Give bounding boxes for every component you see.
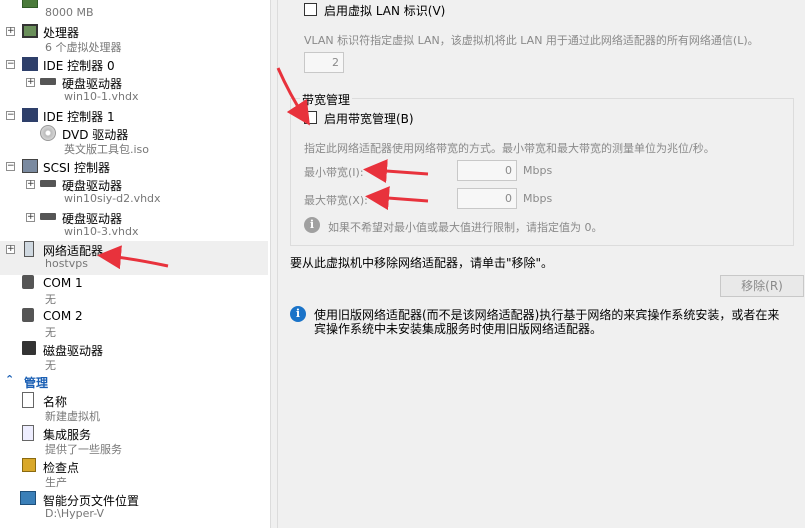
tree-sublabel: win10-3.vhdx	[64, 225, 139, 238]
management-section-header[interactable]: ⌃ 管理	[0, 373, 268, 391]
checkpoint-icon	[22, 458, 36, 472]
services-icon	[22, 425, 34, 441]
controller-icon	[22, 57, 38, 71]
info-icon: i	[290, 306, 306, 322]
vlan-id-input[interactable]: 2	[304, 52, 344, 73]
tree-item-floppy[interactable]: 磁盘驱动器 无	[0, 341, 268, 375]
tree-item-scsi-disk1[interactable]: + 硬盘驱动器 win10siy-d2.vhdx	[0, 176, 268, 210]
network-adapter-icon	[24, 241, 34, 257]
com-port-icon	[22, 275, 34, 289]
tree-item-checkpoint[interactable]: 检查点 生产	[0, 458, 268, 492]
controller-icon	[22, 108, 38, 122]
tree-item-smart-paging[interactable]: 智能分页文件位置 D:\Hyper-V	[0, 491, 268, 525]
tree-sublabel: 无	[45, 293, 56, 306]
collapse-icon[interactable]: −	[6, 162, 15, 171]
tree-item-memory[interactable]: 8000 MB	[0, 0, 268, 20]
hard-disk-icon	[40, 213, 56, 220]
expand-icon[interactable]: +	[26, 213, 35, 222]
remove-button[interactable]: 移除(R)	[720, 275, 804, 297]
tree-item-com2[interactable]: COM 2 无	[0, 308, 268, 342]
min-bandwidth-label: 最小带宽(I):	[304, 166, 364, 179]
tree-label: IDE 控制器 0	[43, 59, 115, 73]
bandwidth-checkbox[interactable]	[304, 111, 317, 124]
tree-label: SCSI 控制器	[43, 161, 110, 175]
collapse-icon[interactable]: −	[6, 111, 15, 120]
tree-sublabel: win10siy-d2.vhdx	[64, 192, 161, 205]
info-icon: i	[304, 217, 320, 233]
tree-sublabel: 生产	[45, 476, 67, 489]
floppy-icon	[22, 341, 36, 355]
bandwidth-group-title: 带宽管理	[300, 91, 353, 108]
dvd-icon	[40, 125, 56, 141]
max-bandwidth-input[interactable]: 0	[457, 188, 517, 209]
vlan-checkbox-label: 启用虚拟 LAN 标识(V)	[324, 4, 446, 18]
memory-value: 8000 MB	[45, 6, 94, 19]
com-port-icon	[22, 308, 34, 322]
min-bandwidth-unit: Mbps	[523, 164, 553, 177]
tree-item-ide0-disk[interactable]: + 硬盘驱动器 win10-1.vhdx	[0, 74, 268, 108]
processor-icon	[22, 24, 38, 38]
max-bandwidth-unit: Mbps	[523, 192, 553, 205]
chevron-up-icon: ⌃	[5, 373, 15, 386]
min-bandwidth-input[interactable]: 0	[457, 160, 517, 181]
tree-sublabel: hostvps	[45, 257, 88, 270]
tree-item-scsi[interactable]: − SCSI 控制器	[0, 158, 268, 176]
tree-item-name[interactable]: 名称 新建虚拟机	[0, 392, 268, 426]
expand-icon[interactable]: +	[6, 27, 15, 36]
paging-icon	[20, 491, 36, 505]
tree-label: COM 1	[43, 276, 83, 290]
tree-item-ide1[interactable]: − IDE 控制器 1	[0, 107, 268, 125]
hard-disk-icon	[40, 180, 56, 187]
tree-item-network-adapter[interactable]: + 网络适配器 hostvps	[0, 241, 268, 275]
collapse-icon[interactable]: −	[6, 60, 15, 69]
tree-item-scsi-disk2[interactable]: + 硬盘驱动器 win10-3.vhdx	[0, 209, 268, 243]
tree-item-integration-services[interactable]: 集成服务 提供了一些服务	[0, 425, 268, 459]
tree-sublabel: 6 个虚拟处理器	[45, 41, 122, 54]
legacy-info-line2: 宾操作系统中未安装集成服务时使用旧版网络适配器。	[314, 322, 603, 336]
tree-item-processor[interactable]: + 处理器 6 个虚拟处理器	[0, 23, 268, 57]
tree-label: COM 2	[43, 309, 83, 323]
limit-note: 如果不希望对最小值或最大值进行限制，请指定值为 0。	[328, 221, 603, 234]
tree-sublabel: 提供了一些服务	[45, 443, 122, 456]
max-bandwidth-label: 最大带宽(X):	[304, 194, 368, 207]
vlan-description: VLAN 标识符指定虚拟 LAN，该虚拟机将此 LAN 用于通过此网络适配器的所…	[304, 34, 759, 47]
expand-icon[interactable]: +	[6, 245, 15, 254]
bandwidth-description: 指定此网络适配器使用网络带宽的方式。最小带宽和最大带宽的测量单位为兆位/秒。	[304, 142, 715, 155]
tree-item-com1[interactable]: COM 1 无	[0, 275, 268, 309]
tree-sublabel: 无	[45, 359, 56, 372]
hardware-tree: 8000 MB + 处理器 6 个虚拟处理器 − IDE 控制器 0 + 硬盘驱…	[0, 0, 270, 528]
tree-sublabel: 新建虚拟机	[45, 410, 100, 423]
scsi-controller-icon	[22, 159, 38, 173]
expand-icon[interactable]: +	[26, 180, 35, 189]
settings-panel: 启用虚拟 LAN 标识(V) VLAN 标识符指定虚拟 LAN，该虚拟机将此 L…	[278, 0, 805, 528]
hard-disk-icon	[40, 78, 56, 85]
tree-label: IDE 控制器 1	[43, 110, 115, 124]
expand-icon[interactable]: +	[26, 78, 35, 87]
pane-splitter[interactable]	[270, 0, 278, 528]
document-icon	[22, 392, 34, 408]
tree-sublabel: win10-1.vhdx	[64, 90, 139, 103]
tree-sublabel: 英文版工具包.iso	[64, 143, 150, 156]
vlan-checkbox[interactable]	[304, 3, 317, 16]
tree-item-ide0[interactable]: − IDE 控制器 0	[0, 56, 268, 74]
section-title: 管理	[24, 376, 49, 390]
tree-sublabel: 无	[45, 326, 56, 339]
tree-item-dvd[interactable]: DVD 驱动器 英文版工具包.iso	[0, 125, 268, 159]
bandwidth-checkbox-label: 启用带宽管理(B)	[324, 112, 414, 126]
memory-icon	[22, 0, 38, 8]
tree-sublabel: D:\Hyper-V	[45, 507, 105, 520]
remove-instruction: 要从此虚拟机中移除网络适配器，请单击"移除"。	[290, 256, 554, 270]
